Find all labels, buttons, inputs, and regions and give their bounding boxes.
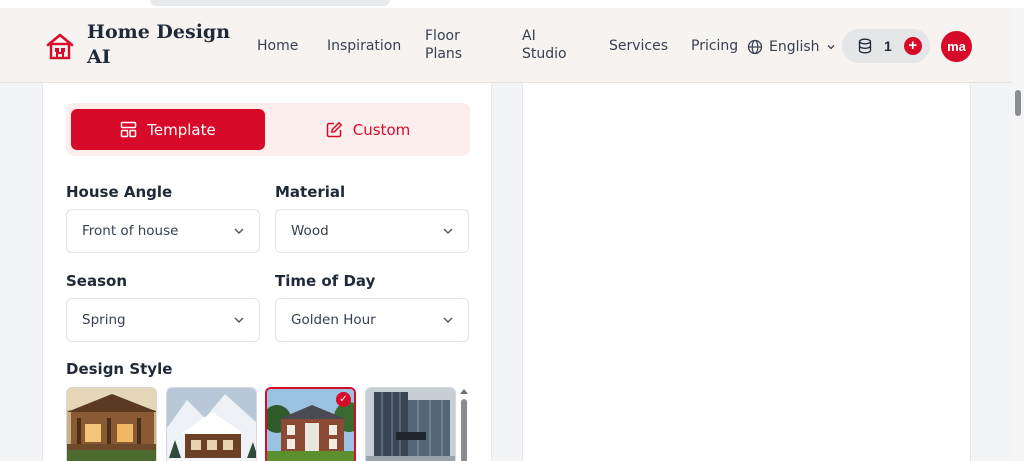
season-label: Season: [66, 272, 128, 290]
chevron-down-icon: [234, 317, 244, 323]
nav-floor-plans[interactable]: Floor Plans: [425, 27, 487, 63]
modern-glass-building-thumbnail[interactable]: [365, 387, 456, 461]
globe-icon: [747, 39, 763, 55]
credits-pill[interactable]: 1 +: [842, 29, 930, 63]
preview-panel: [522, 83, 971, 461]
user-avatar[interactable]: ma: [941, 31, 972, 62]
brand-name[interactable]: Home Design AI: [87, 20, 237, 70]
tab-custom[interactable]: Custom: [271, 109, 465, 150]
design-options-panel: Template Custom House Angle Front of hou…: [42, 83, 492, 461]
house-angle-label: House Angle: [66, 183, 173, 201]
layout-icon: [121, 121, 137, 138]
house-angle-value: Front of house: [82, 223, 179, 239]
material-value: Wood: [291, 223, 329, 239]
credits-count: 1: [884, 38, 892, 54]
top-navbar: Home Design AI Home Inspiration Floor Pl…: [0, 8, 1012, 83]
tab-template-label: Template: [147, 120, 216, 139]
time-of-day-select[interactable]: Golden Hour: [275, 298, 469, 342]
add-credits-button[interactable]: +: [903, 37, 922, 55]
season-value: Spring: [82, 312, 126, 328]
scroll-up-arrow-icon[interactable]: [460, 389, 468, 394]
chevron-down-icon: [827, 45, 835, 50]
time-of-day-label: Time of Day: [275, 272, 376, 290]
nav-services[interactable]: Services: [609, 37, 668, 55]
alpine-chalet-thumbnail[interactable]: [166, 387, 257, 461]
gallery-scroll-thumb[interactable]: [461, 399, 467, 461]
nav-pricing[interactable]: Pricing: [691, 37, 738, 55]
nav-ai-studio[interactable]: AI Studio: [522, 27, 570, 63]
house-logo-icon[interactable]: [46, 32, 74, 60]
material-select[interactable]: Wood: [275, 209, 469, 253]
checkmark-icon: ✓: [336, 392, 351, 407]
language-selector[interactable]: English: [747, 37, 836, 57]
database-icon: [858, 38, 872, 54]
tab-template[interactable]: Template: [71, 109, 265, 150]
season-select[interactable]: Spring: [66, 298, 260, 342]
browser-tab-remnant: [150, 0, 390, 6]
chevron-down-icon: [234, 228, 244, 234]
gallery-scrollbar[interactable]: [459, 387, 469, 461]
chevron-down-icon: [443, 317, 453, 323]
design-style-gallery: ✓: [66, 387, 470, 461]
material-label: Material: [275, 183, 346, 201]
language-label: English: [769, 39, 820, 55]
page-scrollbar[interactable]: [1012, 8, 1024, 461]
app-window: Home Design AI Home Inspiration Floor Pl…: [0, 0, 1024, 461]
wooden-porch-house-thumbnail[interactable]: [66, 387, 157, 461]
chevron-down-icon: [443, 228, 453, 234]
nav-inspiration[interactable]: Inspiration: [327, 37, 401, 55]
colonial-brick-house-thumbnail[interactable]: ✓: [265, 387, 356, 461]
house-angle-select[interactable]: Front of house: [66, 209, 260, 253]
nav-home[interactable]: Home: [257, 37, 298, 55]
page-scroll-thumb[interactable]: [1015, 90, 1021, 116]
tab-custom-label: Custom: [352, 120, 411, 139]
design-style-label: Design Style: [66, 360, 173, 378]
browser-top-strip: [0, 0, 1024, 8]
edit-icon: [326, 122, 342, 138]
mode-tab-switch: Template Custom: [66, 103, 470, 156]
time-of-day-value: Golden Hour: [291, 312, 376, 328]
